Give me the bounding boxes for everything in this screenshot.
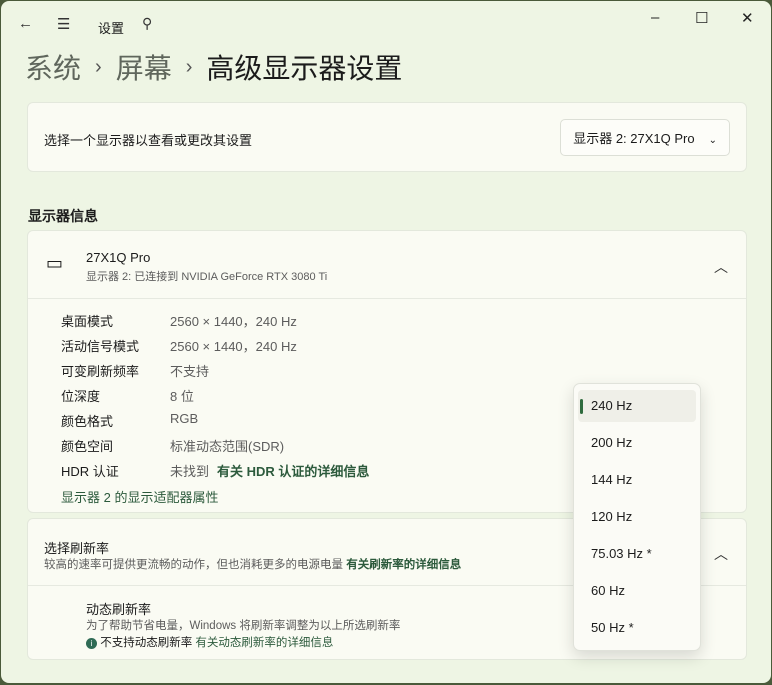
- display-info-header[interactable]: ▭ 27X1Q Pro 显示器 2: 已连接到 NVIDIA GeForce R…: [28, 231, 746, 299]
- dynamic-refresh-title: 动态刷新率: [86, 602, 152, 617]
- info-row: HDR 认证 未找到 有关 HDR 认证的详细信息: [61, 461, 369, 480]
- breadcrumb: 系统 › 屏幕 › 高级显示器设置: [25, 47, 402, 87]
- info-key: 可变刷新频率: [61, 364, 140, 379]
- dynamic-refresh-desc: 为了帮助节省电量，Windows 将刷新率调整为以上所选刷新率: [86, 620, 401, 632]
- refresh-option[interactable]: 144 Hz: [578, 464, 696, 496]
- info-key: 颜色空间: [61, 439, 114, 454]
- display-select[interactable]: 显示器 2: 27X1Q Pro ⌄: [560, 119, 730, 156]
- info-row: 可变刷新频率 不支持: [61, 361, 209, 380]
- monitor-subtitle: 显示器 2: 已连接到 NVIDIA GeForce RTX 3080 Ti: [86, 271, 328, 283]
- monitor-name: 27X1Q Pro: [86, 250, 151, 265]
- refresh-option[interactable]: 120 Hz: [578, 501, 696, 533]
- chevron-right-icon: ›: [185, 55, 193, 78]
- chevron-up-icon[interactable]: ︿: [714, 257, 728, 277]
- info-row: 活动信号模式 2560 × 1440，240 Hz: [61, 336, 297, 355]
- refresh-desc-text: 较高的速率可提供更流畅的动作，但也消耗更多的电源电量: [44, 559, 343, 571]
- info-value: 未找到: [170, 464, 210, 479]
- chevron-up-icon[interactable]: ︿: [714, 544, 728, 564]
- info-key: 位深度: [61, 389, 101, 404]
- menu-icon[interactable]: ☰: [57, 15, 70, 33]
- refresh-info-link[interactable]: 有关刷新率的详细信息: [346, 559, 461, 571]
- info-value: 2560 × 1440，240 Hz: [170, 314, 297, 329]
- refresh-rate-dropdown: 240 Hz 200 Hz 144 Hz 120 Hz 75.03 Hz * 6…: [573, 383, 701, 651]
- breadcrumb-system[interactable]: 系统: [25, 47, 81, 87]
- page-title: 高级显示器设置: [206, 53, 403, 84]
- refresh-option[interactable]: 200 Hz: [578, 427, 696, 459]
- info-key: 颜色格式: [61, 414, 114, 429]
- chevron-right-icon: ›: [95, 55, 102, 78]
- refresh-option[interactable]: 60 Hz: [578, 575, 696, 607]
- maximize-button[interactable]: ☐: [695, 9, 708, 27]
- minimize-button[interactable]: –: [651, 9, 659, 26]
- section-title: 显示器信息: [28, 208, 98, 224]
- unsupported-text: 不支持动态刷新率: [100, 637, 193, 649]
- selector-label: 选择一个显示器以查看或更改其设置: [44, 133, 253, 148]
- laptop-icon: ▭: [46, 253, 64, 273]
- chevron-down-icon: ⌄: [708, 135, 717, 146]
- info-row: 颜色格式 RGB: [61, 411, 198, 430]
- dynamic-unsupported: i 不支持动态刷新率 有关动态刷新率的详细信息: [86, 634, 333, 650]
- adapter-properties-link[interactable]: 显示器 2 的显示适配器属性: [61, 487, 218, 506]
- app-title: 设置: [98, 21, 125, 36]
- display-selector-card: 选择一个显示器以查看或更改其设置 显示器 2: 27X1Q Pro ⌄: [27, 102, 747, 172]
- info-value: 8 位: [170, 389, 194, 404]
- info-icon: i: [86, 638, 97, 649]
- refresh-desc: 较高的速率可提供更流畅的动作，但也消耗更多的电源电量 有关刷新率的详细信息: [44, 556, 461, 572]
- info-value: RGB: [170, 411, 199, 426]
- title-bar: ← ☰ 设置 ⚲ – ☐ ✕: [1, 1, 771, 49]
- info-value: 不支持: [170, 364, 210, 379]
- refresh-title: 选择刷新率: [44, 541, 110, 556]
- back-icon[interactable]: ←: [18, 15, 33, 32]
- info-value: 2560 × 1440，240 Hz: [170, 339, 297, 354]
- close-button[interactable]: ✕: [741, 9, 754, 27]
- breadcrumb-display[interactable]: 屏幕: [116, 47, 172, 87]
- info-key: HDR 认证: [61, 464, 119, 479]
- search-icon[interactable]: ⚲: [142, 15, 152, 32]
- info-value: 标准动态范围(SDR): [170, 439, 285, 454]
- dynamic-refresh-link[interactable]: 有关动态刷新率的详细信息: [195, 637, 333, 649]
- refresh-option[interactable]: 75.03 Hz *: [578, 538, 696, 570]
- display-select-value: 显示器 2: 27X1Q Pro: [573, 131, 695, 146]
- info-row: 颜色空间 标准动态范围(SDR): [61, 436, 284, 455]
- hdr-link[interactable]: 有关 HDR 认证的详细信息: [217, 461, 369, 480]
- info-key: 活动信号模式: [61, 339, 140, 354]
- adapter-row: 显示器 2 的显示适配器属性: [61, 487, 218, 506]
- refresh-option[interactable]: 50 Hz *: [578, 612, 696, 644]
- info-row: 位深度 8 位: [61, 386, 194, 405]
- settings-window: ← ☰ 设置 ⚲ – ☐ ✕ 系统 › 屏幕 › 高级显示器设置 选择一个显示器以查…: [1, 1, 771, 683]
- refresh-option[interactable]: 240 Hz: [578, 390, 696, 422]
- info-key: 桌面模式: [61, 314, 114, 329]
- info-row: 桌面模式 2560 × 1440，240 Hz: [61, 311, 297, 330]
